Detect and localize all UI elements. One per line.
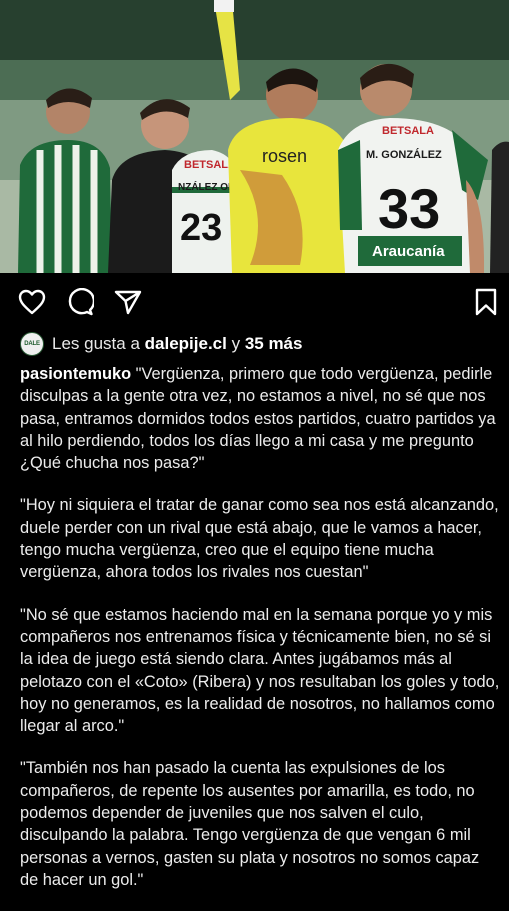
save-button[interactable] <box>471 287 501 317</box>
likes-connector: y <box>231 334 241 353</box>
post-caption: pasiontemuko "Vergüenza, primero que tod… <box>20 363 500 911</box>
share-button[interactable] <box>113 287 143 317</box>
comment-button[interactable] <box>65 287 95 317</box>
likes-prefix: Les gusta a <box>52 334 140 353</box>
caption-username[interactable]: pasiontemuko <box>20 365 131 383</box>
bookmark-icon <box>475 288 497 316</box>
sponsor-right-text: BETSALA <box>382 125 434 137</box>
liker-avatar[interactable]: DALE <box>20 332 44 356</box>
caption-paragraph: "Hoy ni siquiera el tratar de ganar como… <box>20 496 499 582</box>
likes-summary[interactable]: DALE Les gusta a dalepije.cl y 35 más <box>20 330 302 358</box>
caption-paragraph: pasiontemuko "Vergüenza, primero que tod… <box>20 363 500 474</box>
liker-username[interactable]: dalepije.cl <box>145 334 227 354</box>
heart-icon <box>18 289 46 315</box>
number-left-text: 23 <box>180 207 222 249</box>
comment-icon <box>68 288 94 316</box>
caption-paragraph: "No sé que estamos haciendo mal en la se… <box>20 605 500 736</box>
likes-others-link[interactable]: 35 más <box>245 334 303 354</box>
name-right-text: M. GONZÁLEZ <box>366 148 442 161</box>
liker-avatar-text: DALE <box>24 341 40 347</box>
players-illustration: BETSALA NZÁLEZ ONI 23 rosen BETSALA M. G… <box>0 0 509 273</box>
keeper-sponsor-text: rosen <box>262 146 307 166</box>
number-right-text: 33 <box>378 177 440 240</box>
sponsor-right-bottom-text: Araucanía <box>372 243 445 260</box>
caption-paragraph: "También nos han pasado la cuenta las ex… <box>20 759 480 889</box>
post-action-bar <box>0 273 509 329</box>
post-photo[interactable]: BETSALA NZÁLEZ ONI 23 rosen BETSALA M. G… <box>0 0 509 273</box>
sponsor-left-text: BETSALA <box>184 159 236 171</box>
like-button[interactable] <box>17 287 47 317</box>
send-icon <box>114 290 142 315</box>
